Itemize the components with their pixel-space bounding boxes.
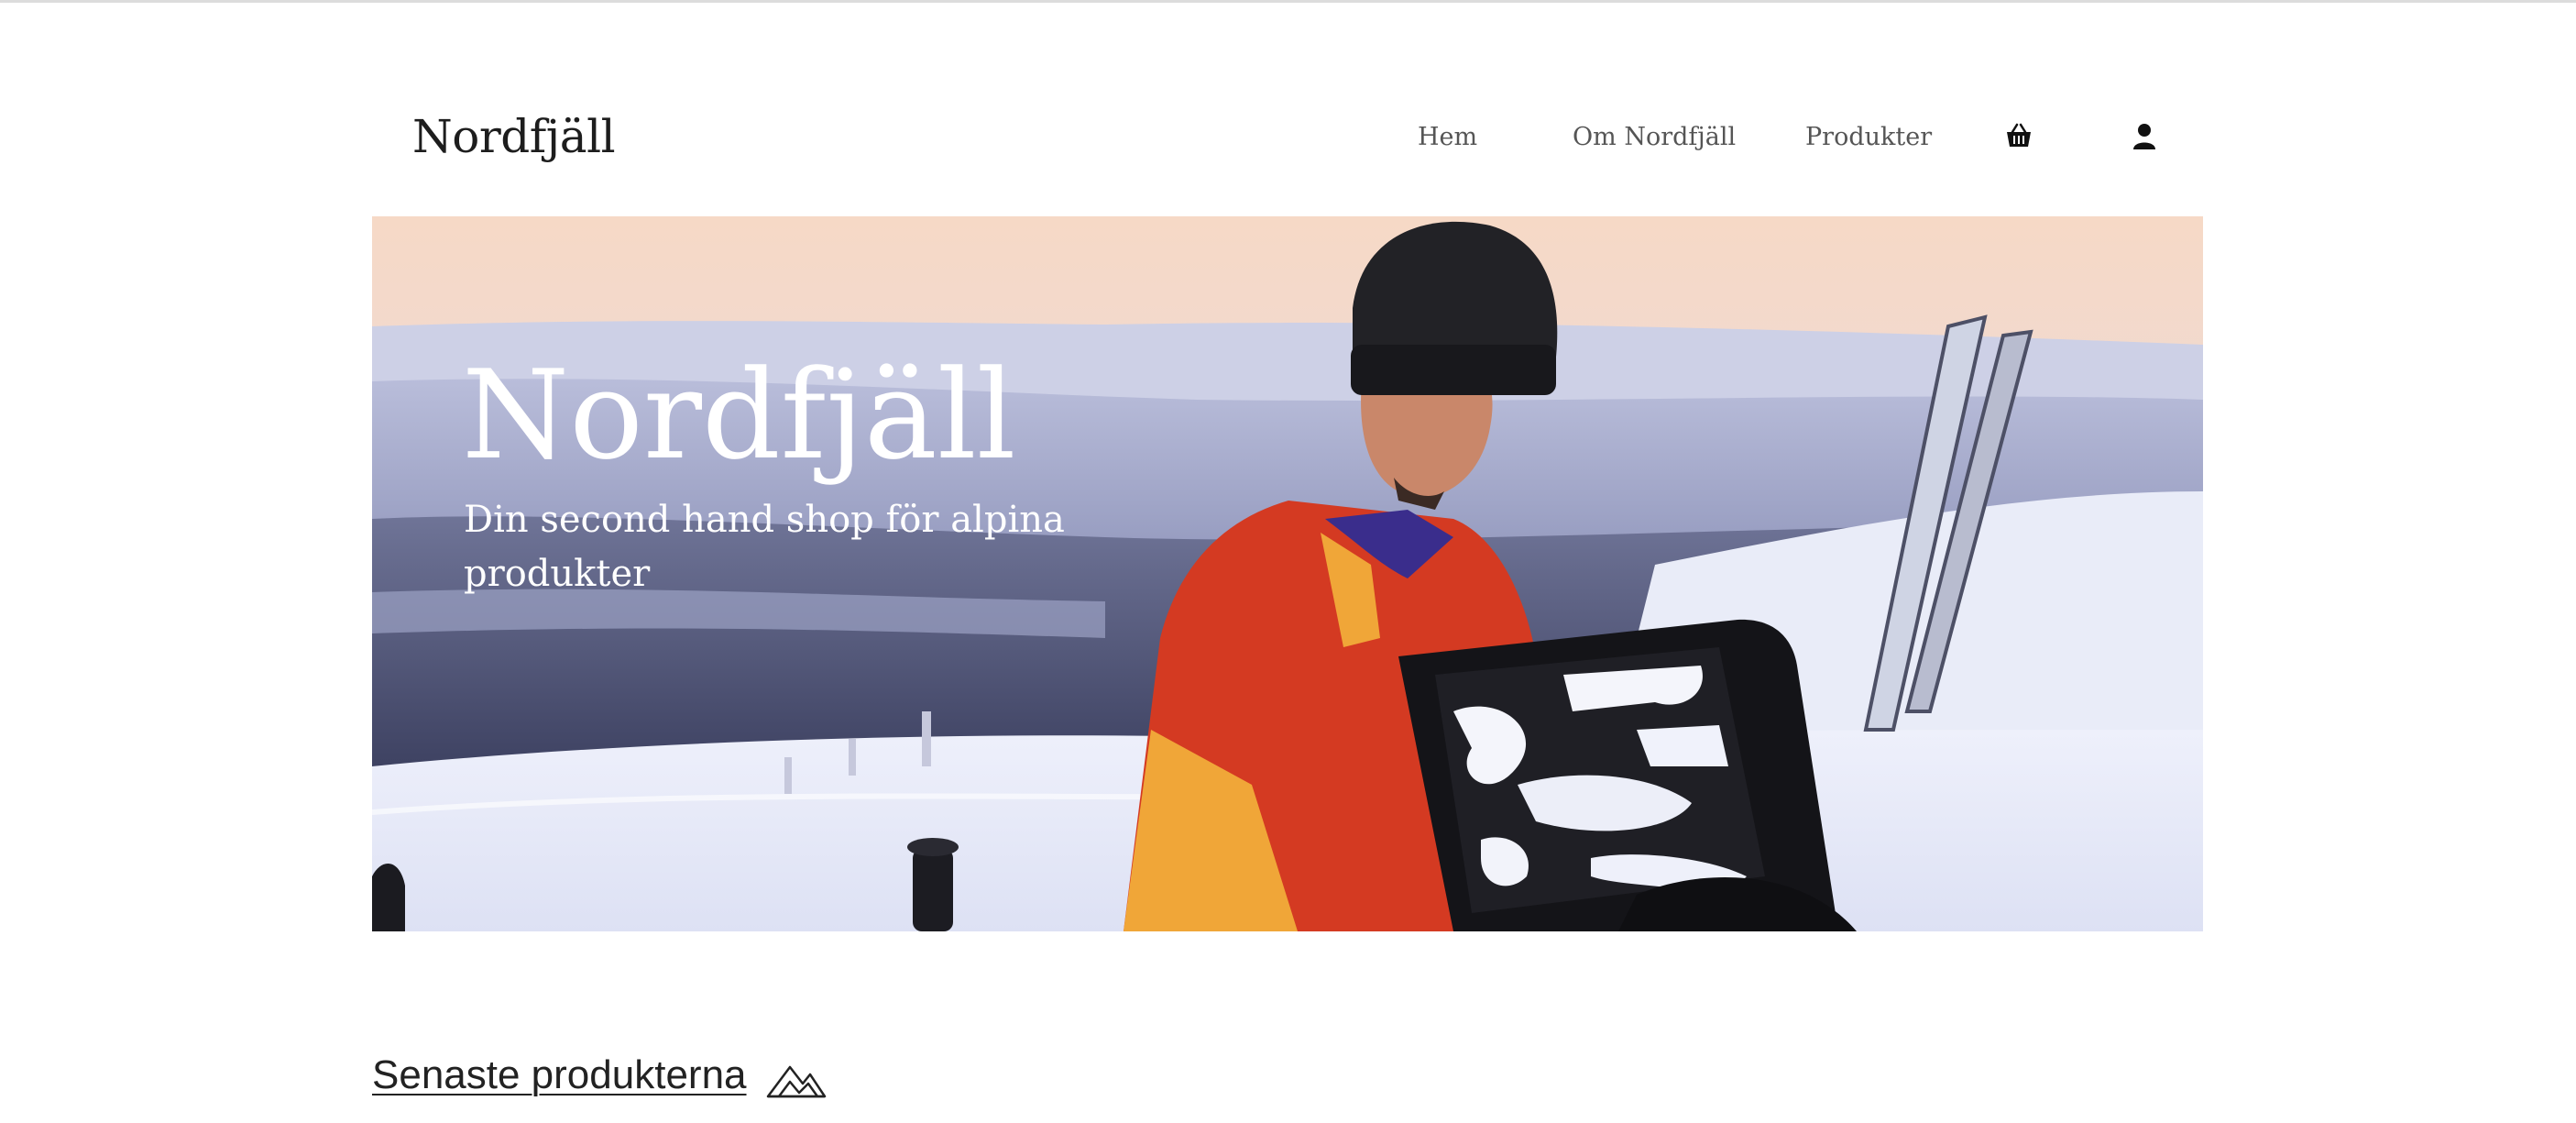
hero-banner: Nordfjäll Din second hand shop för alpin… [372, 216, 2203, 931]
hero-title: Nordfjäll [462, 344, 1016, 487]
mountain-icon [766, 1062, 827, 1098]
top-border [0, 0, 2576, 3]
basket-icon[interactable] [2003, 121, 2034, 152]
nav-link-hem[interactable]: Hem [1418, 123, 1477, 151]
user-icon[interactable] [2129, 121, 2160, 152]
site-logo[interactable]: Nordfjäll [412, 110, 616, 163]
latest-products-heading[interactable]: Senaste produkterna [372, 1052, 747, 1098]
site-header: Nordfjäll Hem Om Nordfjäll Produkter [372, 83, 2203, 193]
nav-link-om-nordfjall[interactable]: Om Nordfjäll [1573, 123, 1736, 151]
hero-subtitle: Din second hand shop för alpina produkte… [464, 499, 1065, 595]
nav-link-produkter[interactable]: Produkter [1805, 123, 1932, 151]
